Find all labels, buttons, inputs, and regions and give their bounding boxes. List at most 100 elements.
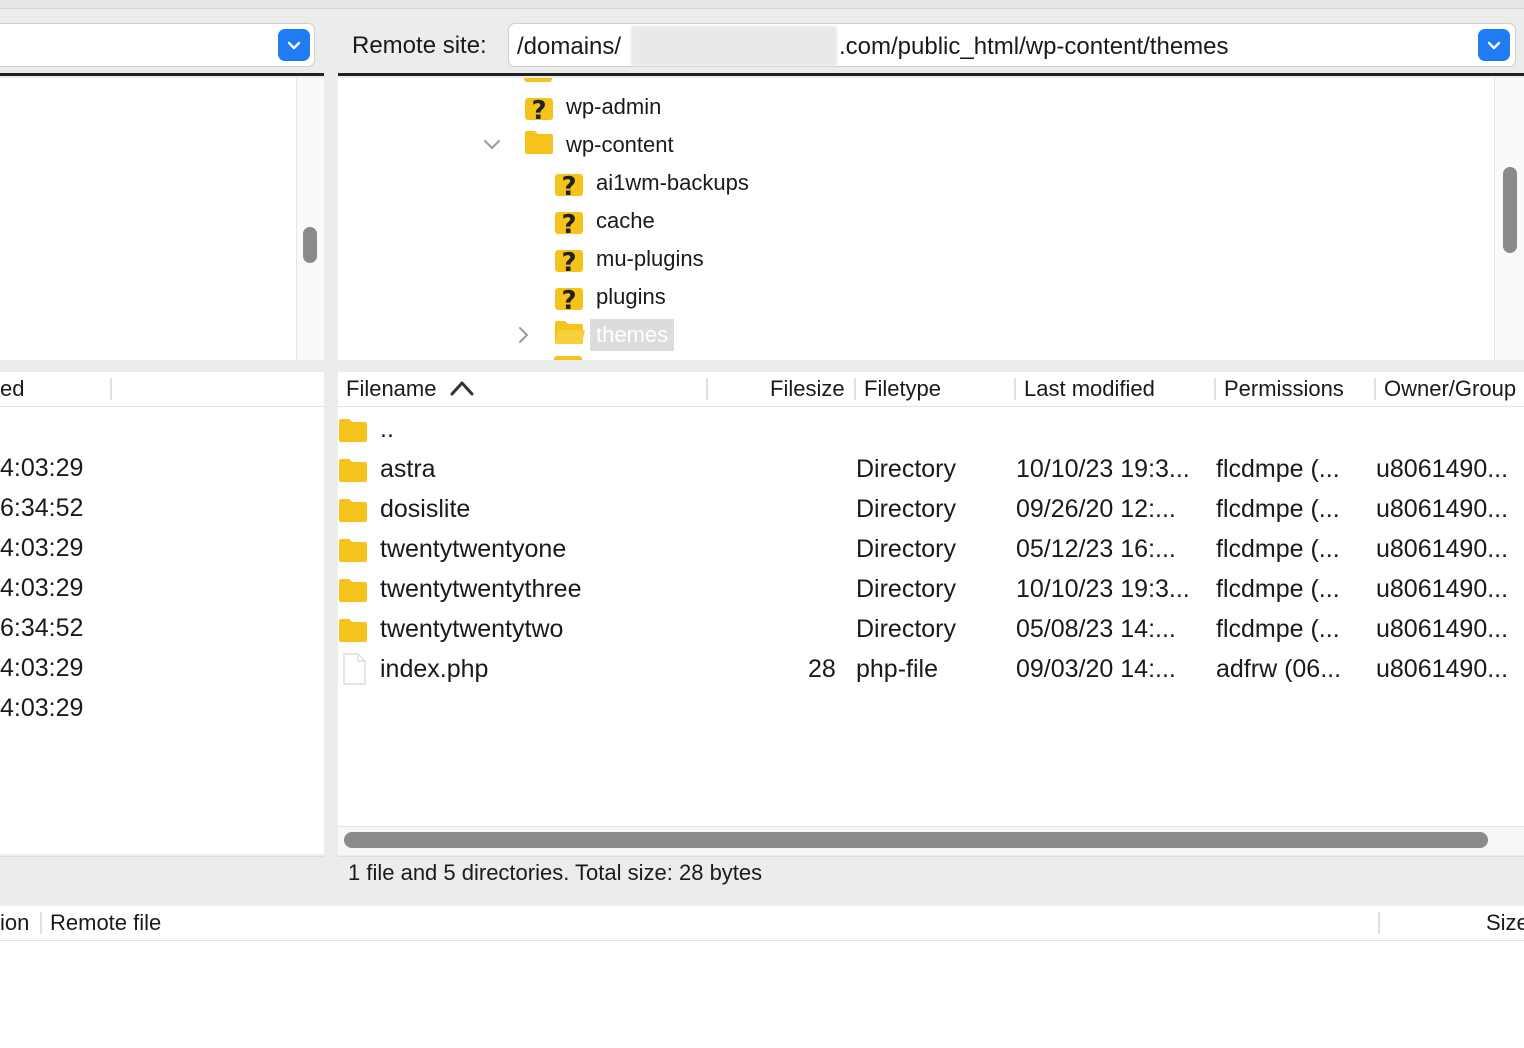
tree-item-label: mu-plugins <box>596 246 704 271</box>
file-owner: u8061490... <box>1376 455 1509 483</box>
question-folder-icon: ? <box>554 244 584 278</box>
folder-icon <box>338 415 368 443</box>
remote-status-bar: 1 file and 5 directories. Total size: 28… <box>338 856 1524 895</box>
svg-text:?: ? <box>561 172 576 198</box>
tree-item-wp-content[interactable]: wp-content <box>524 127 674 163</box>
column-header-filesize[interactable]: Filesize <box>770 372 845 406</box>
file-modified: 05/08/23 14:... <box>1016 615 1176 643</box>
file-name: .. <box>380 415 394 443</box>
file-name: twentytwentytwo <box>380 615 564 643</box>
column-header-permissions[interactable]: Permissions <box>1224 372 1344 406</box>
remote-path-prefix: /domains/ <box>517 33 622 60</box>
redacted-domain <box>631 26 837 66</box>
tree-item-ai1wm-backups[interactable]: ? ai1wm-backups <box>554 165 749 202</box>
file-name: index.php <box>380 655 489 683</box>
svg-text:?: ? <box>561 248 576 274</box>
column-header-filetype[interactable]: Filetype <box>864 372 941 406</box>
tree-item-themes[interactable]: themes <box>554 317 675 353</box>
file-row-parent[interactable]: .. <box>338 409 1524 449</box>
column-header-size[interactable]: Size <box>1486 906 1524 940</box>
folder-icon <box>338 495 368 523</box>
column-separator <box>40 912 42 934</box>
file-name: twentytwentyone <box>380 535 567 563</box>
local-tree-scroll-track <box>296 78 325 360</box>
local-time-0: 4:03:29 <box>0 454 84 482</box>
file-permissions: adfrw (06... <box>1216 655 1342 683</box>
file-type: Directory <box>856 575 957 603</box>
local-site-dropdown-button[interactable] <box>278 29 310 61</box>
local-tree-scrollbar[interactable] <box>303 227 317 263</box>
folder-icon <box>524 129 554 161</box>
file-permissions: flcdmpe (... <box>1216 575 1340 603</box>
tree-item-mu-plugins[interactable]: ? mu-plugins <box>554 241 704 278</box>
remote-tree-pane: ? wp-admin wp-content ? ai1wm-backups ? … <box>338 78 1494 360</box>
svg-text:?: ? <box>531 96 546 122</box>
file-permissions: flcdmpe (... <box>1216 535 1340 563</box>
file-icon <box>342 653 366 685</box>
column-header-remote-file[interactable]: Remote file <box>50 906 161 940</box>
tree-item-cache[interactable]: ? cache <box>554 203 655 240</box>
local-site-combo[interactable] <box>0 24 314 66</box>
local-time-6: 4:03:29 <box>0 694 84 722</box>
vertical-splitter[interactable] <box>324 10 338 896</box>
remote-list-header: Filename Filesize Filetype Last modified… <box>338 372 1524 407</box>
svg-text:?: ? <box>561 210 576 236</box>
file-modified: 09/03/20 14:... <box>1016 655 1176 683</box>
expand-chevron-icon[interactable] <box>516 325 530 350</box>
file-owner: u8061490... <box>1376 615 1509 643</box>
file-row[interactable]: twentytwentytwo Directory 05/08/23 14:..… <box>338 609 1524 649</box>
question-folder-icon: ? <box>554 168 584 202</box>
tree-item-wp-admin[interactable]: ? wp-admin <box>524 89 661 126</box>
question-folder-icon: ? <box>554 282 584 316</box>
file-row[interactable]: twentytwentyone Directory 05/12/23 16:..… <box>338 529 1524 569</box>
column-header-modified[interactable]: ed <box>0 372 24 406</box>
column-separator <box>1378 912 1380 934</box>
folder-icon <box>338 535 368 563</box>
column-separator <box>854 378 856 400</box>
remote-list-hscrollbar[interactable] <box>344 832 1488 848</box>
file-modified: 09/26/20 12:... <box>1016 495 1176 523</box>
local-combo-underline <box>0 73 324 76</box>
local-status-bar <box>0 856 324 895</box>
folder-icon <box>338 455 368 483</box>
remote-site-dropdown-button[interactable] <box>1478 29 1510 61</box>
file-row[interactable]: astra Directory 10/10/23 19:3... flcdmpe… <box>338 449 1524 489</box>
remote-site-combo[interactable]: /domains/ .com/public_html/wp-content/th… <box>509 24 1515 66</box>
folder-icon <box>338 615 368 643</box>
file-name: twentytwentythree <box>380 575 582 603</box>
local-time-2: 4:03:29 <box>0 534 84 562</box>
local-list-header: ed <box>0 372 324 407</box>
file-type: Directory <box>856 495 957 523</box>
remote-tree-scrollbar[interactable] <box>1503 167 1517 253</box>
file-modified: 10/10/23 19:3... <box>1016 455 1190 483</box>
local-time-4: 6:34:52 <box>0 614 84 642</box>
question-folder-icon: ? <box>554 206 584 240</box>
column-header-label: Filename <box>346 376 437 401</box>
file-owner: u8061490... <box>1376 495 1509 523</box>
local-time-1: 6:34:52 <box>0 494 84 522</box>
file-row[interactable]: twentytwentythree Directory 10/10/23 19:… <box>338 569 1524 609</box>
collapse-chevron-icon[interactable] <box>482 138 502 157</box>
file-row[interactable]: index.php 28 php-file 09/03/20 14:... ad… <box>338 649 1524 689</box>
file-modified: 10/10/23 19:3... <box>1016 575 1190 603</box>
file-name: astra <box>380 455 436 483</box>
column-header-filename[interactable]: Filename <box>346 372 475 406</box>
file-type: php-file <box>856 655 938 683</box>
remote-file-list: Filename Filesize Filetype Last modified… <box>338 372 1524 826</box>
local-tree-pane <box>0 78 296 360</box>
remote-combo-underline <box>338 73 1524 76</box>
file-permissions: flcdmpe (... <box>1216 615 1340 643</box>
file-row[interactable]: dosislite Directory 09/26/20 12:... flcd… <box>338 489 1524 529</box>
local-file-list: ed 4:03:29 6:34:52 4:03:29 4:03:29 6:34:… <box>0 372 324 854</box>
column-header-direction[interactable]: ion <box>0 906 29 940</box>
tree-item-plugins[interactable]: ? plugins <box>554 279 666 316</box>
column-header-last-modified[interactable]: Last modified <box>1024 372 1155 406</box>
file-owner: u8061490... <box>1376 655 1509 683</box>
tree-item-label: plugins <box>596 284 666 309</box>
remote-path-suffix: .com/public_html/wp-content/themes <box>839 33 1229 60</box>
file-owner: u8061490... <box>1376 575 1509 603</box>
svg-text:?: ? <box>561 286 576 312</box>
file-permissions: flcdmpe (... <box>1216 495 1340 523</box>
question-folder-icon: ? <box>524 92 554 126</box>
column-header-owner-group[interactable]: Owner/Group <box>1384 372 1516 406</box>
